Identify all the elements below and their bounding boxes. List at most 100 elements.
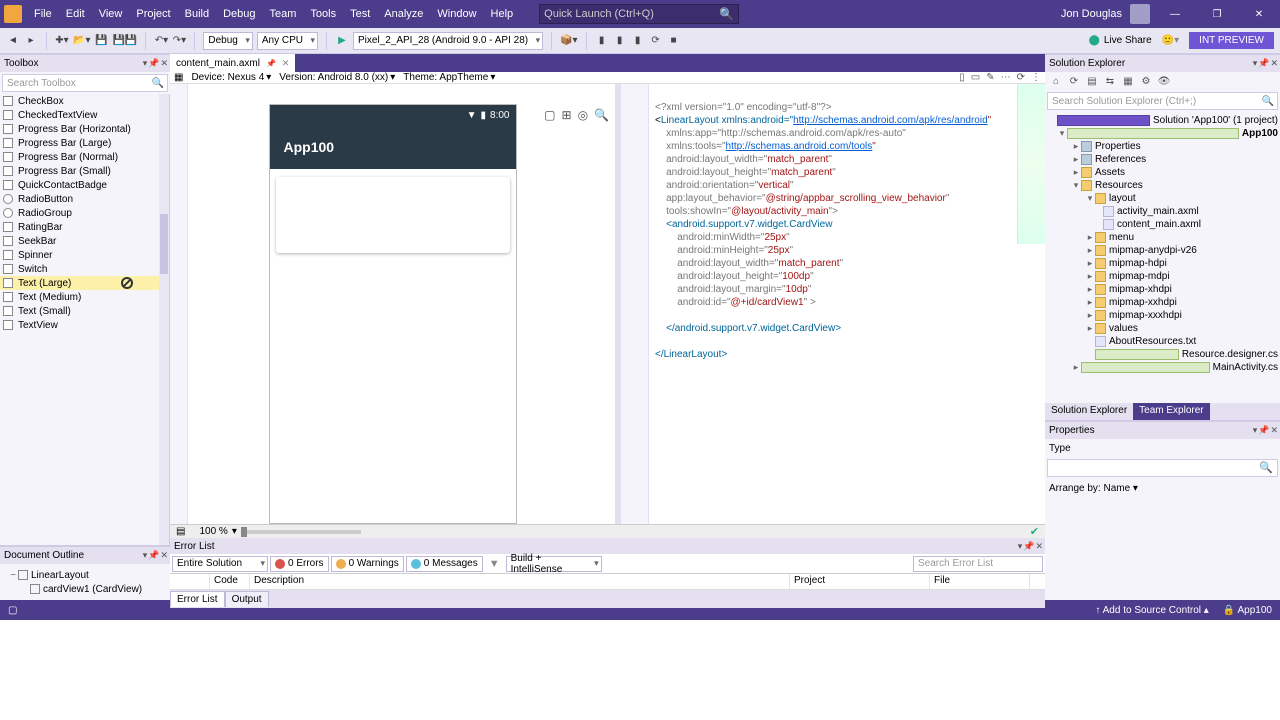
sln-folder[interactable]: ▸mipmap-xxxhdpi (1047, 309, 1278, 322)
sln-references[interactable]: ▸References (1047, 153, 1278, 166)
sln-folder[interactable]: ▸mipmap-anydpi-v26 (1047, 244, 1278, 257)
outline-root[interactable]: −LinearLayout (2, 568, 168, 582)
sln-assets[interactable]: ▸Assets (1047, 166, 1278, 179)
menu-edit[interactable]: Edit (60, 5, 91, 23)
outline-child[interactable]: cardView1 (CardView) (2, 582, 168, 596)
sln-file[interactable]: Resource.designer.cs (1047, 348, 1278, 361)
warnings-filter[interactable]: 0 Warnings (331, 556, 404, 572)
code-editor[interactable]: <?xml version="1.0" encoding="utf-8"?> <… (621, 84, 1045, 524)
sync-icon[interactable]: ⇆ (1103, 76, 1117, 87)
toolbox-item[interactable]: Progress Bar (Large) (0, 136, 169, 150)
toolbox-item[interactable]: Progress Bar (Horizontal) (0, 122, 169, 136)
toolbox-item[interactable]: Progress Bar (Normal) (0, 150, 169, 164)
more-icon[interactable]: ⋮ (1031, 72, 1041, 83)
pin-icon[interactable]: 📌 (1258, 58, 1269, 69)
nav-fwd-button[interactable]: ▸ (24, 32, 38, 50)
toolbox-item[interactable]: RatingBar (0, 220, 169, 234)
collapse-icon[interactable]: ▤ (1085, 76, 1099, 87)
config-dropdown[interactable]: Debug (203, 32, 252, 50)
version-selector[interactable]: Version: Android 8.0 (xx) (279, 72, 388, 83)
zoom-slider[interactable] (241, 530, 361, 534)
stepinto-icon[interactable]: ▮ (613, 32, 627, 50)
props-search-input[interactable]: 🔍 (1047, 459, 1278, 477)
sln-file[interactable]: AboutResources.txt (1047, 335, 1278, 348)
sln-resources[interactable]: ▾Resources (1047, 179, 1278, 192)
sln-folder[interactable]: ▸mipmap-xxhdpi (1047, 296, 1278, 309)
archive-button[interactable]: 📦▾ (560, 32, 577, 50)
more-icon[interactable]: 🔍 (594, 108, 609, 122)
status-project[interactable]: 🔒 App100 (1223, 605, 1272, 616)
dropdown-icon[interactable]: ▾ (143, 550, 148, 561)
nav-back-button[interactable]: ◄ (6, 32, 20, 50)
pin-icon[interactable]: 📌 (1023, 541, 1034, 552)
toolbox-search-input[interactable]: Search Toolbox 🔍 (2, 74, 168, 92)
sln-search-input[interactable]: Search Solution Explorer (Ctrl+;) 🔍 (1047, 92, 1278, 110)
document-tab-active[interactable]: content_main.axml 📌 ✕ (170, 54, 295, 72)
landscape-icon[interactable]: ▭ (971, 72, 980, 83)
feedback-icon[interactable]: 🙂▾ (1162, 35, 1179, 46)
sln-folder[interactable]: ▸mipmap-hdpi (1047, 257, 1278, 270)
menu-tools[interactable]: Tools (304, 5, 342, 23)
close-icon[interactable]: ✕ (160, 58, 168, 69)
toolbox-item[interactable]: Text (Small) (0, 304, 169, 318)
minimap[interactable] (1017, 84, 1045, 244)
sln-file[interactable]: activity_main.axml (1047, 205, 1278, 218)
target-icon[interactable]: ◎ (578, 108, 588, 122)
split-horizontal-icon[interactable]: ▤ (176, 526, 185, 537)
toolbox-item[interactable]: SeekBar (0, 234, 169, 248)
toolbox-item[interactable]: TextView (0, 318, 169, 332)
maximize-button[interactable]: ❐ (1200, 4, 1234, 24)
props-arrange[interactable]: Arrange by: Name ▾ (1045, 479, 1280, 497)
toolbox-item[interactable]: Spinner (0, 248, 169, 262)
new-project-button[interactable]: ✚▾ (55, 32, 69, 50)
pin-icon[interactable]: 📌 (266, 59, 276, 68)
sln-folder[interactable]: ▸values (1047, 322, 1278, 335)
platform-dropdown[interactable]: Any CPU (257, 32, 318, 50)
menu-view[interactable]: View (93, 5, 129, 23)
menu-help[interactable]: Help (485, 5, 520, 23)
pin-icon[interactable]: 📌 (1258, 425, 1269, 436)
tab-output[interactable]: Output (225, 591, 269, 607)
toolbox-item[interactable]: Progress Bar (Small) (0, 164, 169, 178)
stop-icon[interactable]: ■ (667, 32, 681, 50)
open-button[interactable]: 📂▾ (73, 32, 90, 50)
scope-dropdown[interactable]: Entire Solution (172, 556, 268, 572)
menu-build[interactable]: Build (179, 5, 215, 23)
sln-properties[interactable]: ▸Properties (1047, 140, 1278, 153)
sln-folder[interactable]: ▸mipmap-xhdpi (1047, 283, 1278, 296)
edit-icon[interactable]: ✎ (986, 72, 994, 83)
user-avatar[interactable] (1130, 4, 1150, 24)
toolbox-item-selected[interactable]: Text (Large) (0, 276, 169, 290)
tab-team-explorer[interactable]: Team Explorer (1133, 403, 1209, 420)
menu-debug[interactable]: Debug (217, 5, 261, 23)
messages-filter[interactable]: 0 Messages (406, 556, 483, 572)
error-search-input[interactable]: Search Error List (913, 556, 1043, 572)
sln-folder[interactable]: ▸menu (1047, 231, 1278, 244)
toolbox-item[interactable]: Switch (0, 262, 169, 276)
sln-file-active[interactable]: content_main.axml (1047, 218, 1278, 231)
menu-project[interactable]: Project (130, 5, 176, 23)
menu-window[interactable]: Window (431, 5, 482, 23)
tab-solution-explorer[interactable]: Solution Explorer (1045, 403, 1133, 420)
liveshare-button[interactable]: Live Share (1104, 35, 1152, 46)
tab-error-list[interactable]: Error List (170, 591, 225, 607)
refresh-icon[interactable]: ⟳ (1017, 72, 1025, 83)
save-button[interactable]: 💾 (94, 32, 108, 50)
minimize-button[interactable]: — (1158, 4, 1192, 24)
sln-layout[interactable]: ▾layout (1047, 192, 1278, 205)
pin-icon[interactable]: 📌 (148, 550, 159, 561)
close-icon[interactable]: ✕ (1035, 541, 1043, 552)
target-dropdown[interactable]: Pixel_2_API_28 (Android 9.0 - API 28) (353, 32, 543, 50)
toolbox-item[interactable]: Text (Medium) (0, 290, 169, 304)
menu-file[interactable]: File (28, 5, 58, 23)
save-all-button[interactable]: 💾💾 (112, 32, 137, 50)
toolbox-item[interactable]: RadioGroup (0, 206, 169, 220)
col-file[interactable]: File (930, 574, 1030, 589)
build-dropdown[interactable]: Build + IntelliSense (506, 556, 602, 572)
sln-project[interactable]: ▾App100 (1047, 127, 1278, 140)
restart-icon[interactable]: ⟳ (649, 32, 663, 50)
dropdown-icon[interactable]: ▾ (1018, 541, 1023, 552)
dropdown-icon[interactable]: ▾ (143, 58, 148, 69)
toolbox-item[interactable]: QuickContactBadge (0, 178, 169, 192)
user-name[interactable]: Jon Douglas (1061, 8, 1122, 20)
